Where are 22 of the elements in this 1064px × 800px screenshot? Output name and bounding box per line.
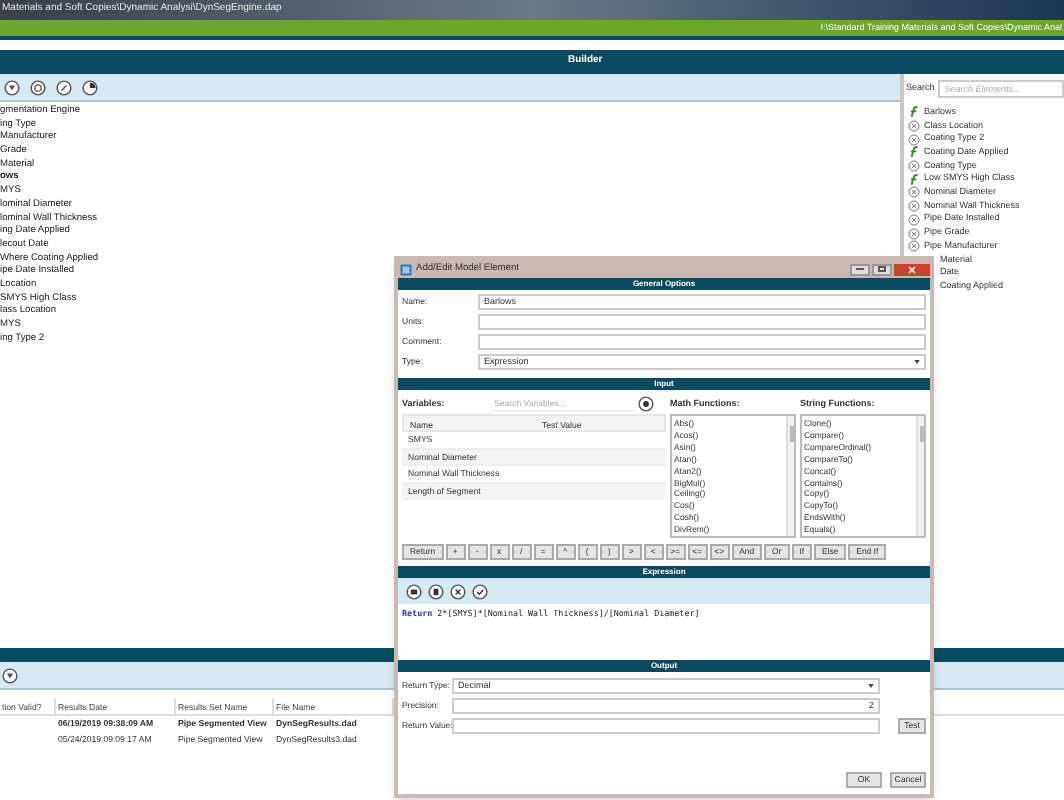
variable-icon (908, 160, 920, 173)
clear-icon[interactable] (638, 396, 654, 412)
close-icon[interactable] (450, 583, 466, 599)
text-field[interactable] (478, 314, 926, 330)
close-icon (908, 265, 916, 273)
check-icon[interactable] (472, 583, 488, 599)
function-icon (908, 173, 920, 186)
filter-icon[interactable] (2, 667, 18, 683)
app-icon (400, 263, 412, 275)
function-icon (908, 146, 920, 159)
return-value-field[interactable] (452, 718, 880, 734)
function-icon (908, 106, 920, 119)
edit-icon[interactable] (56, 79, 72, 95)
record-icon[interactable] (30, 79, 46, 95)
filter-icon[interactable] (4, 79, 20, 95)
minimize-button[interactable] (850, 263, 870, 275)
scrollbar[interactable] (916, 416, 924, 536)
scrollbar[interactable] (786, 416, 794, 536)
text-field[interactable] (478, 334, 926, 350)
maximize-button[interactable] (872, 263, 892, 275)
pie-icon[interactable] (82, 79, 98, 95)
close-button[interactable] (894, 263, 930, 275)
